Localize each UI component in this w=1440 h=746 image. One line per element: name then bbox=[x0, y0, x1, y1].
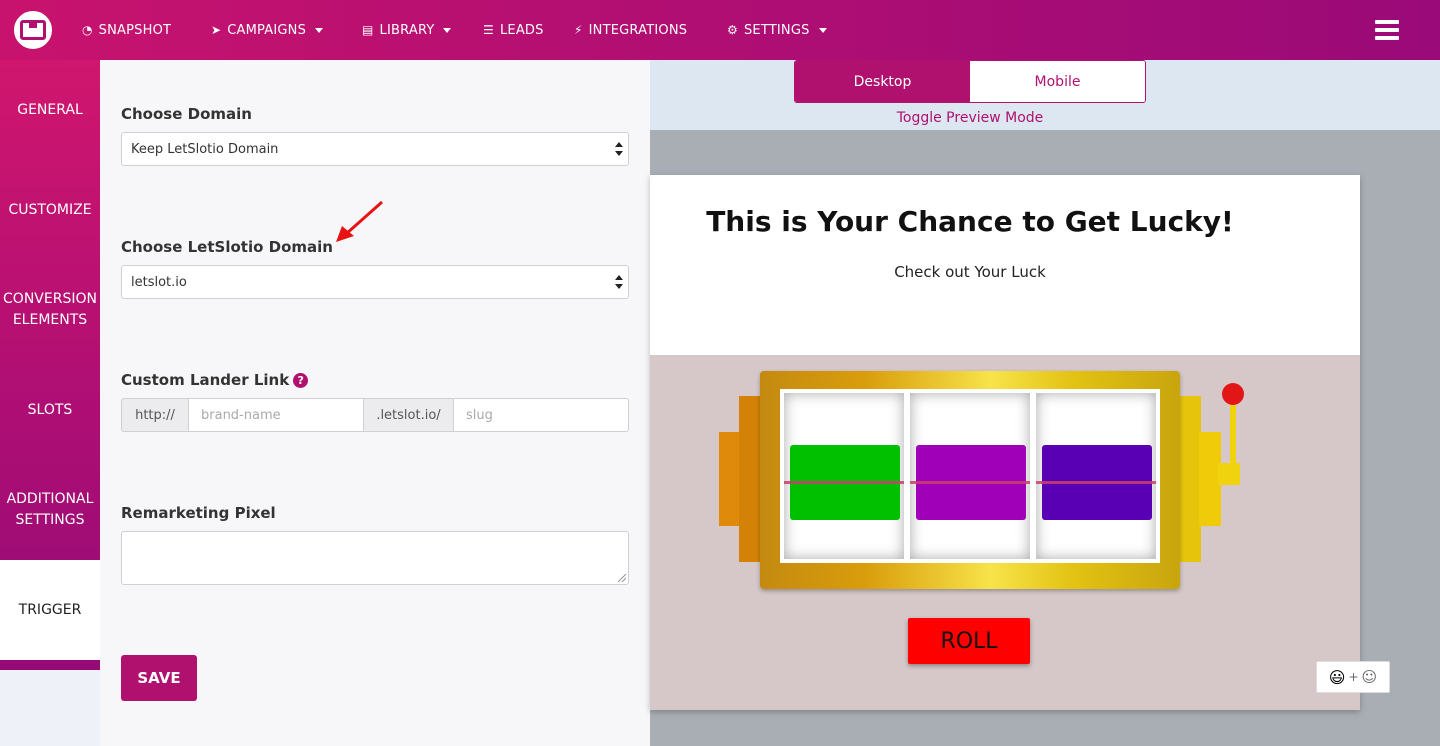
select-arrows-icon bbox=[615, 275, 623, 291]
slot-machine-area: ROLL bbox=[650, 355, 1360, 710]
payline bbox=[910, 481, 1030, 484]
letslotio-domain-select[interactable]: letslot.io bbox=[121, 265, 629, 299]
settings-panel: Choose Domain Keep LetSlotio Domain Choo… bbox=[100, 60, 650, 746]
nav-settings[interactable]: ⚙ SETTINGS bbox=[727, 0, 827, 60]
select-arrows-icon bbox=[615, 142, 623, 158]
cogs-icon: ⚙ bbox=[727, 23, 738, 37]
sidebar-item-trigger[interactable]: TRIGGER bbox=[0, 560, 100, 660]
lander-domain-addon: .letslot.io/ bbox=[364, 398, 454, 432]
nav-leads-label: LEADS bbox=[499, 22, 544, 38]
letslotio-domain-value: letslot.io bbox=[131, 274, 187, 290]
smile-outline-icon: ☺ bbox=[1361, 668, 1378, 686]
remarketing-pixel-label: Remarketing Pixel bbox=[121, 504, 276, 522]
plug-icon: ⚡ bbox=[574, 23, 583, 37]
sidebar-item-customize[interactable]: CUSTOMIZE bbox=[0, 200, 100, 221]
add-icon: + bbox=[1348, 670, 1359, 684]
toggle-preview-caption: Toggle Preview Mode bbox=[896, 110, 1044, 126]
chevron-down-icon bbox=[818, 27, 827, 33]
paper-plane-icon: ➤ bbox=[211, 23, 222, 37]
nav-snapshot[interactable]: ◔ SNAPSHOT bbox=[82, 0, 171, 60]
nav-library[interactable]: ▤ LIBRARY bbox=[362, 0, 452, 60]
nav-settings-label: SETTINGS bbox=[743, 22, 810, 38]
lever-knob[interactable] bbox=[1222, 383, 1244, 405]
emoji-reaction-button[interactable]: 😃 + ☺ bbox=[1316, 661, 1390, 693]
sidebar-bottom-strip bbox=[0, 660, 100, 670]
save-button[interactable]: SAVE bbox=[121, 655, 197, 701]
lander-prefix-addon: http:// bbox=[121, 398, 189, 432]
dashboard-icon: ◔ bbox=[82, 23, 93, 37]
slot-preview-card: This is Your Chance to Get Lucky! Check … bbox=[650, 175, 1360, 710]
emoji-face-icon: 😃 bbox=[1328, 667, 1346, 687]
payline bbox=[1036, 481, 1156, 484]
annotation-arrow-icon bbox=[336, 200, 383, 242]
resize-handle-icon[interactable] bbox=[618, 574, 626, 582]
chevron-down-icon bbox=[443, 27, 452, 33]
question-circle-icon[interactable]: ? bbox=[293, 373, 309, 388]
sidebar-item-slots[interactable]: SLOTS bbox=[0, 400, 100, 421]
list-icon: ☰ bbox=[483, 23, 494, 37]
machine-right-inner-block bbox=[1179, 396, 1201, 562]
nav-leads[interactable]: ☰ LEADS bbox=[483, 0, 544, 60]
preview-subtitle: Check out Your Luck bbox=[894, 263, 1046, 281]
sidebar-item-additional-settings[interactable]: ADDITIONAL SETTINGS bbox=[0, 489, 100, 531]
lander-link-group: http:// brand-name .letslot.io/ slug bbox=[121, 398, 629, 432]
slot-machine-frame bbox=[760, 371, 1180, 589]
choose-domain-label: Choose Domain bbox=[121, 105, 252, 123]
domain-select-value: Keep LetSlotio Domain bbox=[131, 141, 279, 157]
choose-letslotio-domain-label: Choose LetSlotio Domain bbox=[121, 238, 333, 256]
nav-integrations-label: INTEGRATIONS bbox=[588, 22, 688, 38]
reel bbox=[784, 393, 904, 559]
sidebar-item-conversion-elements[interactable]: CONVERSION ELEMENTS bbox=[0, 289, 100, 331]
nav-snapshot-label: SNAPSHOT bbox=[98, 22, 172, 38]
reel bbox=[910, 393, 1030, 559]
custom-lander-link-label: Custom Lander Link? bbox=[121, 371, 309, 389]
machine-left-outer-block bbox=[719, 432, 741, 526]
library-icon: ▤ bbox=[362, 23, 374, 37]
preview-title: This is Your Chance to Get Lucky! bbox=[706, 205, 1234, 238]
reel-window bbox=[780, 389, 1160, 563]
nav-campaigns-label: CAMPAIGNS bbox=[227, 22, 307, 38]
nav-campaigns[interactable]: ➤ CAMPAIGNS bbox=[211, 0, 324, 60]
reel bbox=[1036, 393, 1156, 559]
menu-icon[interactable] bbox=[1375, 20, 1399, 40]
domain-select[interactable]: Keep LetSlotio Domain bbox=[121, 132, 629, 166]
lever-base bbox=[1218, 463, 1240, 485]
remarketing-pixel-textarea[interactable] bbox=[121, 531, 629, 585]
custom-lander-link-text: Custom Lander Link bbox=[121, 371, 290, 389]
app-logo[interactable] bbox=[14, 11, 52, 49]
toggle-mobile-button[interactable]: Mobile bbox=[970, 61, 1145, 102]
logo-icon bbox=[20, 20, 46, 40]
nav-integrations[interactable]: ⚡ INTEGRATIONS bbox=[574, 0, 687, 60]
toggle-desktop-button[interactable]: Desktop bbox=[795, 61, 970, 102]
payline bbox=[784, 481, 904, 484]
sidebar-empty-area bbox=[0, 670, 100, 746]
preview-area: Desktop Mobile Toggle Preview Mode This … bbox=[650, 60, 1440, 746]
nav-library-label: LIBRARY bbox=[379, 22, 435, 38]
chevron-down-icon bbox=[315, 27, 324, 33]
slug-input[interactable]: slug bbox=[454, 398, 629, 432]
machine-left-inner-block bbox=[739, 396, 761, 562]
top-nav: ◔ SNAPSHOT ➤ CAMPAIGNS ▤ LIBRARY ☰ LEADS… bbox=[0, 0, 1440, 60]
roll-button[interactable]: ROLL bbox=[908, 618, 1030, 664]
brand-name-input[interactable]: brand-name bbox=[189, 398, 364, 432]
sidebar-item-general[interactable]: GENERAL bbox=[0, 100, 100, 121]
sidebar: GENERAL CUSTOMIZE CONVERSION ELEMENTS SL… bbox=[0, 60, 100, 746]
preview-mode-toggle: Desktop Mobile bbox=[794, 60, 1146, 103]
